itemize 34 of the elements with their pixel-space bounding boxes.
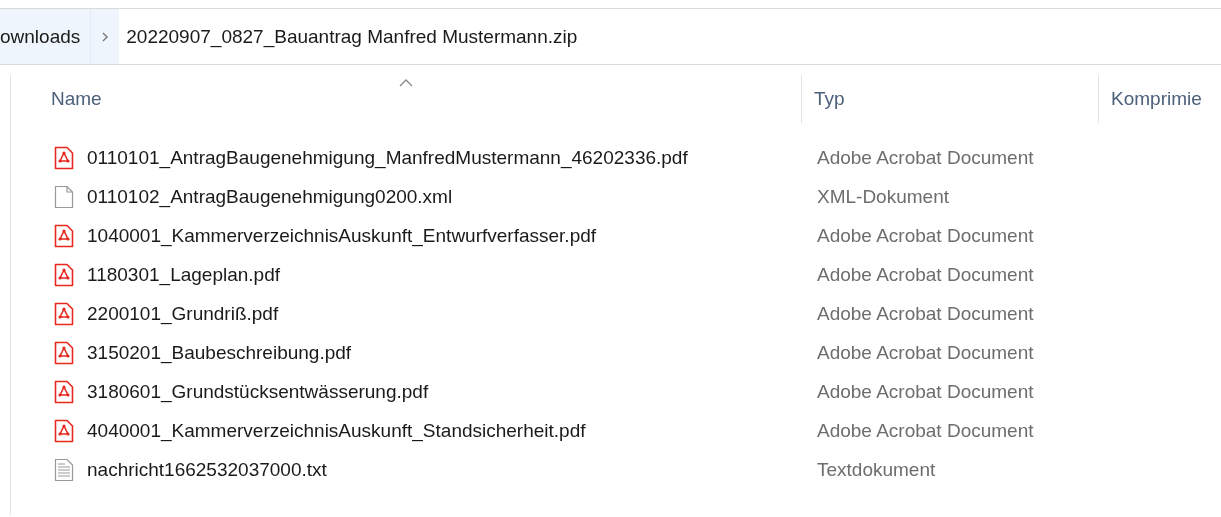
file-type: Adobe Acrobat Document	[816, 380, 1034, 403]
pdf-file-icon	[54, 224, 74, 249]
pdf-file-icon	[54, 146, 74, 171]
column-header[interactable]: Typ	[801, 75, 1098, 123]
file-type: Adobe Acrobat Document	[816, 303, 1034, 325]
pdf-file-icon	[54, 340, 74, 365]
column-header[interactable]: Name	[11, 75, 801, 123]
breadcrumb-item[interactable]: 20220907_0827_Bauantrag Manfred Mustermann.zip	[119, 9, 578, 64]
file-name[interactable]: 4040001_KammerverzeichnisAuskunft_Standsicherheit.pdf	[87, 419, 586, 442]
file-name[interactable]: 0110102_AntragBaugenehmigung0200.xml	[87, 186, 453, 209]
file-type: Adobe Acrobat Document	[816, 264, 1034, 287]
sort-caret-icon	[399, 79, 413, 87]
pdf-file-icon	[54, 263, 74, 288]
file-type: Textdokument	[816, 458, 936, 481]
pdf-file-icon	[54, 302, 74, 326]
file-name[interactable]: 2200101_Grundriß.pdf	[87, 303, 279, 325]
column-header[interactable]: Komprimie	[1098, 75, 1221, 123]
file-name[interactable]: nachricht1662532037000.txt	[87, 458, 327, 481]
pdf-file-icon	[54, 418, 74, 443]
file-name[interactable]: 0110101_AntragBaugenehmigung_ManfredMustermann_46202336.pdf	[87, 147, 688, 170]
file-name[interactable]: 1180301_Lageplan.pdf	[87, 264, 280, 287]
text-file-icon	[54, 457, 74, 482]
file-type: XML-Dokument	[816, 186, 949, 209]
file-type: Adobe Acrobat Document	[816, 147, 1034, 170]
file-icon	[54, 185, 74, 210]
file-name[interactable]: 3150201_Baubeschreibung.pdf	[87, 341, 352, 364]
file-name[interactable]: 3180601_Grundstücksentwässerung.pdf	[87, 380, 429, 403]
file-type: Adobe Acrobat Document	[816, 225, 1034, 248]
file-name[interactable]: 1040001_KammerverzeichnisAuskunft_Entwurfverfasser.pdf	[87, 225, 597, 248]
chevron-icon[interactable]	[90, 9, 120, 64]
file-type: Adobe Acrobat Document	[816, 341, 1034, 364]
pdf-file-icon	[54, 379, 74, 404]
breadcrumb-item[interactable]: ownloads	[0, 9, 91, 64]
file-type: Adobe Acrobat Document	[816, 419, 1034, 442]
